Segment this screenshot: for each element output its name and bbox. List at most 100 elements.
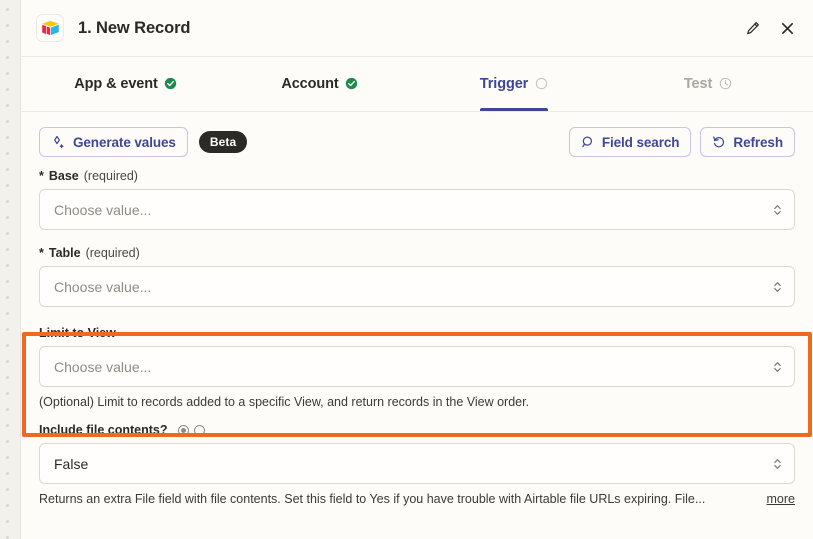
base-select-value: Choose value... xyxy=(54,201,152,218)
rail-dot xyxy=(6,424,9,427)
field-search-label: Field search xyxy=(601,134,680,150)
required-marker: * xyxy=(39,246,44,260)
toggle-option-1[interactable] xyxy=(177,424,189,436)
rail-dot xyxy=(6,376,9,379)
generate-values-button[interactable]: Generate values xyxy=(39,127,188,157)
tab-label: App & event xyxy=(74,75,158,92)
limit-to-view-help: (Optional) Limit to records added to a s… xyxy=(39,394,795,410)
sparkle-icon xyxy=(51,135,66,150)
step-header: 1. New Record xyxy=(21,0,813,56)
field-base-label: * Base (required) xyxy=(39,169,795,183)
field-label-text: Include file contents? xyxy=(39,423,168,438)
left-rail xyxy=(0,0,21,539)
rail-dot xyxy=(6,456,9,459)
rail-dot xyxy=(6,488,9,491)
rail-dot xyxy=(6,104,9,107)
include-file-contents-value: False xyxy=(54,455,89,472)
field-table-label: * Table (required) xyxy=(39,246,795,260)
chevron-updown-icon xyxy=(773,456,782,471)
required-marker: * xyxy=(39,169,44,183)
step-tabs: App & event Account Trigger Test xyxy=(21,56,813,111)
file-contents-toggle-group xyxy=(177,424,205,436)
rail-dot xyxy=(6,88,9,91)
field-label-text: Limit to View xyxy=(39,326,116,340)
rail-dot xyxy=(6,152,9,155)
rail-dot xyxy=(6,184,9,187)
field-label-text: Base xyxy=(48,169,79,183)
rail-dot xyxy=(6,312,9,315)
chevron-updown-icon xyxy=(773,359,782,374)
rail-dot xyxy=(6,472,9,475)
include-file-contents-select[interactable]: False xyxy=(39,443,795,485)
clock-icon xyxy=(718,77,732,91)
tab-label: Trigger xyxy=(479,75,529,92)
refresh-button[interactable]: Refresh xyxy=(700,127,795,157)
search-icon xyxy=(581,135,595,149)
rail-dot xyxy=(6,280,9,283)
rail-dot xyxy=(6,136,9,139)
rail-dot-pattern xyxy=(0,0,21,539)
rail-dot xyxy=(6,72,9,75)
chevron-updown-icon xyxy=(773,279,782,294)
rail-dot xyxy=(6,8,9,11)
refresh-label: Refresh xyxy=(733,134,783,150)
help-text-body: Returns an extra File field with file co… xyxy=(39,492,706,507)
tab-test[interactable]: Test xyxy=(611,56,805,111)
rail-dot xyxy=(6,328,9,331)
field-search-button[interactable]: Field search xyxy=(568,127,692,157)
close-icon[interactable] xyxy=(775,16,799,40)
field-label-text: Table xyxy=(48,246,81,260)
field-required-note: (required) xyxy=(85,246,140,260)
field-base: * Base (required) Choose value... xyxy=(39,169,795,230)
table-select[interactable]: Choose value... xyxy=(39,266,795,307)
base-select[interactable]: Choose value... xyxy=(39,189,795,230)
field-include-file-contents: Include file contents? False Returns an … xyxy=(39,423,795,507)
trigger-form: Generate values Beta Field search Refres… xyxy=(21,111,813,508)
tab-account[interactable]: Account xyxy=(223,56,417,111)
include-file-contents-help: Returns an extra File field with file co… xyxy=(39,491,795,507)
rail-dot xyxy=(6,216,9,219)
tab-label: Account xyxy=(281,75,339,92)
refresh-icon xyxy=(712,135,726,149)
rail-dot xyxy=(6,40,9,43)
chevron-updown-icon xyxy=(773,202,782,217)
step-card: 1. New Record App & event Account Trigge… xyxy=(21,0,813,539)
limit-to-view-select[interactable]: Choose value... xyxy=(39,346,795,387)
rail-dot xyxy=(6,440,9,443)
rail-dot xyxy=(6,360,9,363)
tab-app-and-event[interactable]: App & event xyxy=(29,56,223,111)
table-select-value: Choose value... xyxy=(54,278,152,295)
more-link[interactable]: more xyxy=(767,491,795,507)
field-table: * Table (required) Choose value... xyxy=(39,246,795,307)
check-circle-icon xyxy=(164,77,178,91)
rail-dot xyxy=(6,296,9,299)
rail-dot xyxy=(6,264,9,267)
tab-trigger[interactable]: Trigger xyxy=(417,56,611,111)
rail-dot xyxy=(6,392,9,395)
toggle-option-2[interactable] xyxy=(193,424,205,436)
rail-dot xyxy=(6,248,9,251)
check-circle-icon xyxy=(345,77,359,91)
field-required-note: (required) xyxy=(83,169,138,183)
pencil-icon[interactable] xyxy=(741,16,765,40)
field-limit-to-view-label: Limit to View xyxy=(39,326,795,340)
rail-dot xyxy=(6,520,9,523)
header-actions xyxy=(741,16,801,40)
airtable-icon xyxy=(36,14,64,42)
rail-dot xyxy=(6,232,9,235)
rail-dot xyxy=(6,408,9,411)
rail-dot xyxy=(6,120,9,123)
rail-dot xyxy=(6,56,9,59)
field-limit-to-view: Limit to View Choose value... (Optional)… xyxy=(39,326,795,410)
page-title: 1. New Record xyxy=(78,18,191,37)
empty-circle-icon xyxy=(534,77,548,91)
toolbar-right-actions: Field search Refresh xyxy=(568,127,795,157)
tab-label: Test xyxy=(683,75,713,92)
beta-badge: Beta xyxy=(198,131,248,153)
rail-dot xyxy=(6,168,9,171)
help-text-body: (Optional) Limit to records added to a s… xyxy=(39,395,530,409)
generate-values-label: Generate values xyxy=(73,134,176,150)
rail-dot xyxy=(6,504,9,507)
rail-dot xyxy=(6,344,9,347)
rail-dot xyxy=(6,200,9,203)
